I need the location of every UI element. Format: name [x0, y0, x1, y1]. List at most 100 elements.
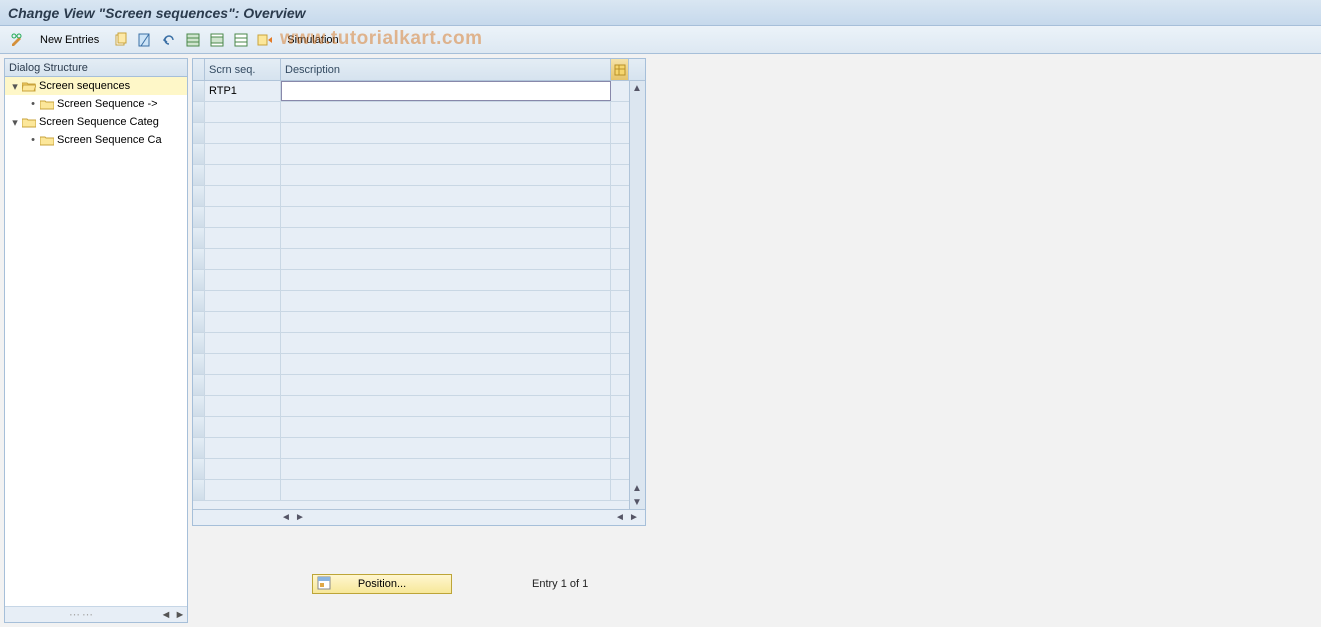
table-header-selector[interactable] [193, 59, 205, 80]
row-selector[interactable] [193, 375, 205, 395]
dialog-structure-tree[interactable]: ▾Screen sequences•Screen Sequence ->▾Scr… [5, 77, 187, 606]
row-selector[interactable] [193, 102, 205, 122]
table-row[interactable] [193, 270, 629, 291]
cell-scrn-seq[interactable] [205, 333, 281, 353]
table-row[interactable] [193, 333, 629, 354]
table-row[interactable] [193, 312, 629, 333]
table-row[interactable] [193, 396, 629, 417]
table-row[interactable] [193, 459, 629, 480]
table-config-button[interactable] [611, 59, 629, 80]
table-row[interactable] [193, 249, 629, 270]
row-selector[interactable] [193, 123, 205, 143]
cell-description[interactable] [281, 186, 611, 206]
table-row[interactable] [193, 438, 629, 459]
table-row[interactable] [193, 123, 629, 144]
cell-scrn-seq[interactable] [205, 312, 281, 332]
cell-scrn-seq[interactable] [205, 165, 281, 185]
table-row[interactable] [193, 354, 629, 375]
cell-scrn-seq[interactable] [205, 123, 281, 143]
cell-description[interactable] [281, 312, 611, 332]
cell-scrn-seq[interactable]: RTP1 [205, 81, 281, 101]
cell-description[interactable] [281, 354, 611, 374]
row-selector[interactable] [193, 333, 205, 353]
row-selector[interactable] [193, 81, 205, 101]
cell-description[interactable] [281, 333, 611, 353]
table-row[interactable] [193, 207, 629, 228]
copy-as-button[interactable] [111, 30, 131, 50]
table-row[interactable] [193, 165, 629, 186]
table-row[interactable] [193, 291, 629, 312]
scroll-down-arrow-1-icon[interactable]: ▲ [630, 481, 644, 495]
cell-scrn-seq[interactable] [205, 354, 281, 374]
cell-description[interactable] [281, 396, 611, 416]
table-row[interactable] [193, 186, 629, 207]
tree-item[interactable]: •Screen Sequence Ca [5, 131, 187, 149]
row-selector[interactable] [193, 396, 205, 416]
row-selector[interactable] [193, 165, 205, 185]
cell-description[interactable] [281, 165, 611, 185]
cell-description[interactable] [281, 102, 611, 122]
cell-scrn-seq[interactable] [205, 144, 281, 164]
row-selector[interactable] [193, 186, 205, 206]
table-row[interactable] [193, 102, 629, 123]
hscroll-right-1-icon[interactable]: ► [293, 511, 307, 525]
cell-description[interactable] [281, 438, 611, 458]
cell-description[interactable] [281, 291, 611, 311]
row-selector[interactable] [193, 207, 205, 227]
table-row[interactable] [193, 480, 629, 501]
configuration-button[interactable] [255, 30, 275, 50]
hscroll-left-2-icon[interactable]: ◄ [613, 511, 627, 525]
hscroll-right-2-icon[interactable]: ► [627, 511, 641, 525]
new-entries-button[interactable]: New Entries [32, 30, 107, 50]
expander-icon[interactable]: ▾ [9, 80, 21, 93]
row-selector[interactable] [193, 459, 205, 479]
cell-scrn-seq[interactable] [205, 102, 281, 122]
tree-item[interactable]: •Screen Sequence -> [5, 95, 187, 113]
cell-description[interactable] [281, 375, 611, 395]
cell-description[interactable] [281, 228, 611, 248]
cell-scrn-seq[interactable] [205, 417, 281, 437]
vertical-scrollbar[interactable]: ▲ ▲ ▼ [629, 81, 645, 509]
cell-description[interactable] [281, 207, 611, 227]
cell-scrn-seq[interactable] [205, 375, 281, 395]
cell-description[interactable] [281, 270, 611, 290]
tree-item[interactable]: ▾Screen Sequence Categ [5, 113, 187, 131]
row-selector[interactable] [193, 354, 205, 374]
delete-button[interactable] [135, 30, 155, 50]
row-selector[interactable] [193, 291, 205, 311]
cell-description[interactable] [281, 459, 611, 479]
row-selector[interactable] [193, 312, 205, 332]
table-row[interactable] [193, 417, 629, 438]
cell-scrn-seq[interactable] [205, 438, 281, 458]
toggle-display-change-button[interactable] [8, 30, 28, 50]
scroll-right-icon[interactable]: ► [173, 608, 187, 622]
cell-description[interactable] [281, 249, 611, 269]
cell-scrn-seq[interactable] [205, 459, 281, 479]
cell-scrn-seq[interactable] [205, 480, 281, 500]
cell-description[interactable] [281, 81, 611, 101]
row-selector[interactable] [193, 270, 205, 290]
row-selector[interactable] [193, 249, 205, 269]
table-header-description[interactable]: Description [281, 59, 611, 80]
row-selector[interactable] [193, 438, 205, 458]
table-row[interactable] [193, 144, 629, 165]
cell-scrn-seq[interactable] [205, 396, 281, 416]
cell-description[interactable] [281, 123, 611, 143]
expander-icon[interactable]: ▾ [9, 116, 21, 129]
cell-scrn-seq[interactable] [205, 291, 281, 311]
deselect-all-button[interactable] [231, 30, 251, 50]
simulation-button[interactable]: Simulation [279, 30, 346, 50]
cell-description[interactable] [281, 144, 611, 164]
row-selector[interactable] [193, 480, 205, 500]
hscroll-left-1-icon[interactable]: ◄ [279, 511, 293, 525]
scroll-down-arrow-2-icon[interactable]: ▼ [630, 495, 644, 509]
select-block-button[interactable] [207, 30, 227, 50]
table-header-scrn-seq[interactable]: Scrn seq. [205, 59, 281, 80]
horizontal-scrollbar[interactable]: ◄ ► ◄ ► [205, 511, 645, 525]
position-button[interactable]: Position... [312, 574, 452, 594]
select-all-button[interactable] [183, 30, 203, 50]
cell-description[interactable] [281, 417, 611, 437]
scroll-left-icon[interactable]: ◄ [159, 608, 173, 622]
cell-scrn-seq[interactable] [205, 186, 281, 206]
tree-item[interactable]: ▾Screen sequences [5, 77, 187, 95]
